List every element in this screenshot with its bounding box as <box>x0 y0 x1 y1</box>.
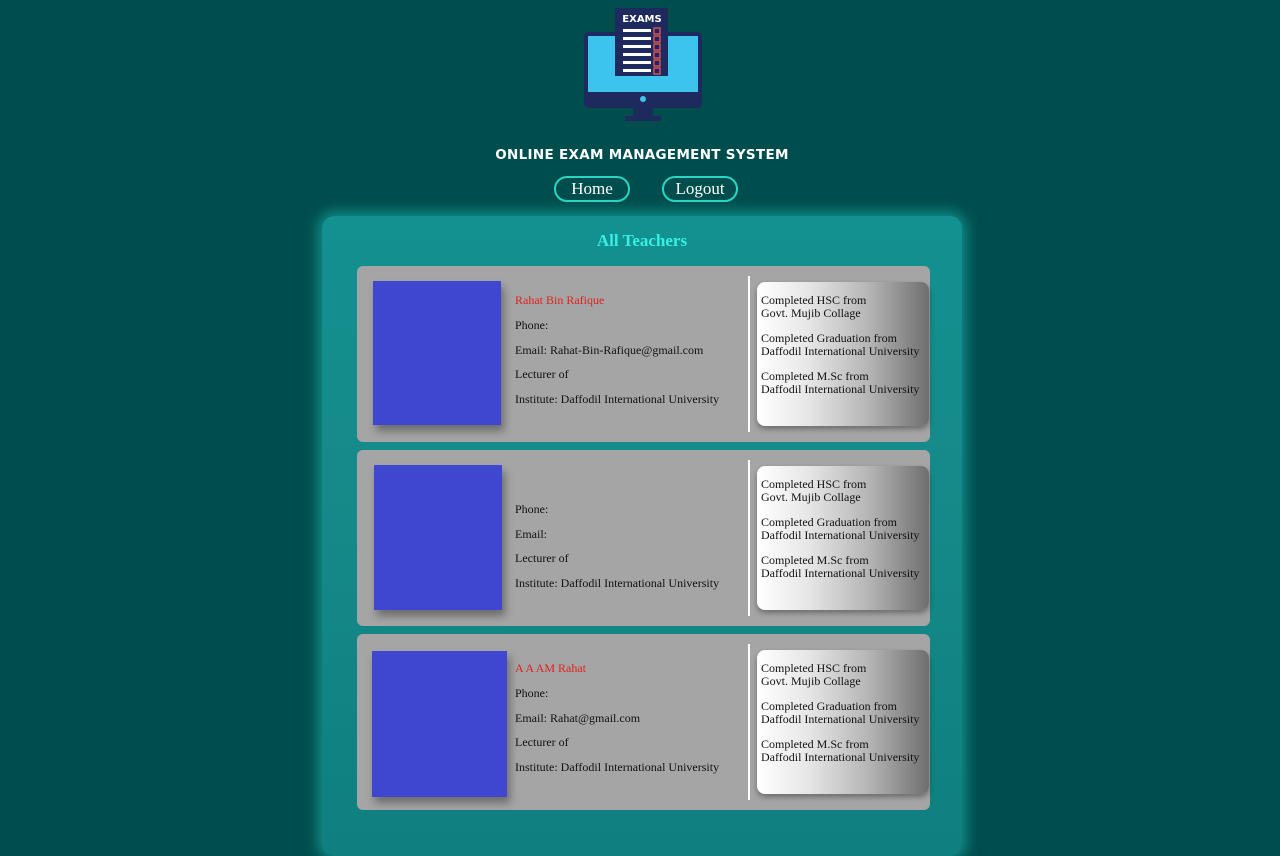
education-box: Completed HSC from Govt. Mujib Collage C… <box>757 282 929 426</box>
education-place: Govt. Mujib Collage <box>761 674 861 688</box>
education-place: Daffodil International University <box>761 382 920 396</box>
teacher-position: Lecturer of <box>515 367 569 381</box>
education-item: Completed HSC from Govt. Mujib Collage <box>761 294 866 320</box>
exam-monitor-icon: EXAMS <box>582 6 704 124</box>
teacher-position: Lecturer of <box>515 551 569 565</box>
education-item: Completed HSC from Govt. Mujib Collage <box>761 662 866 688</box>
teacher-photo <box>373 281 501 425</box>
education-place: Daffodil International University <box>761 528 920 542</box>
teacher-phone: Phone: <box>515 686 549 700</box>
education-item: Completed M.Sc from Daffodil Internation… <box>761 738 919 764</box>
logout-button[interactable]: Logout <box>662 176 738 202</box>
education-place: Daffodil International University <box>761 566 920 580</box>
teacher-email: Email: <box>515 527 547 541</box>
teacher-card: A A AM Rahat Phone: Email: Rahat@gmail.c… <box>357 634 930 810</box>
card-divider <box>748 644 750 800</box>
education-item: Completed Graduation from Daffodil Inter… <box>761 516 919 542</box>
teacher-photo <box>374 465 502 610</box>
education-item: Completed HSC from Govt. Mujib Collage <box>761 478 866 504</box>
panel-title: All Teachers <box>596 231 688 250</box>
home-button[interactable]: Home <box>554 176 630 202</box>
logo-text: EXAMS <box>622 14 661 25</box>
teacher-email: Email: Rahat@gmail.com <box>515 711 641 725</box>
teacher-phone: Phone: <box>515 502 549 516</box>
teachers-panel: All Teachers Rahat Bin Rafique Phone: Em… <box>322 216 962 856</box>
education-item: Completed M.Sc from Daffodil Internation… <box>761 554 919 580</box>
card-divider <box>748 276 750 432</box>
education-item: Completed Graduation from Daffodil Inter… <box>761 700 919 726</box>
education-place: Daffodil International University <box>761 750 920 764</box>
teacher-card: Rahat Bin Rafique Phone: Email: Rahat-Bi… <box>357 266 930 442</box>
teacher-photo <box>372 651 507 797</box>
teacher-position: Lecturer of <box>515 735 569 749</box>
teacher-card: Phone: Email: Lecturer of Institute: Daf… <box>357 450 930 626</box>
card-divider <box>748 460 750 616</box>
education-place: Govt. Mujib Collage <box>761 490 861 504</box>
teacher-name: A A AM Rahat <box>515 661 587 675</box>
education-box: Completed HSC from Govt. Mujib Collage C… <box>757 466 929 610</box>
teacher-name: Rahat Bin Rafique <box>515 293 605 307</box>
education-place: Daffodil International University <box>761 712 920 726</box>
teacher-institute: Institute: Daffodil International Univer… <box>515 392 720 406</box>
teacher-email: Email: Rahat-Bin-Rafique@gmail.com <box>515 343 704 357</box>
education-box: Completed HSC from Govt. Mujib Collage C… <box>757 650 929 794</box>
teacher-institute: Institute: Daffodil International Univer… <box>515 576 720 590</box>
education-place: Govt. Mujib Collage <box>761 306 861 320</box>
teacher-institute: Institute: Daffodil International Univer… <box>515 760 720 774</box>
education-place: Daffodil International University <box>761 344 920 358</box>
site-title: ONLINE EXAM MANAGEMENT SYSTEM <box>495 147 789 163</box>
teacher-phone: Phone: <box>515 318 549 332</box>
education-item: Completed M.Sc from Daffodil Internation… <box>761 370 919 396</box>
education-item: Completed Graduation from Daffodil Inter… <box>761 332 919 358</box>
